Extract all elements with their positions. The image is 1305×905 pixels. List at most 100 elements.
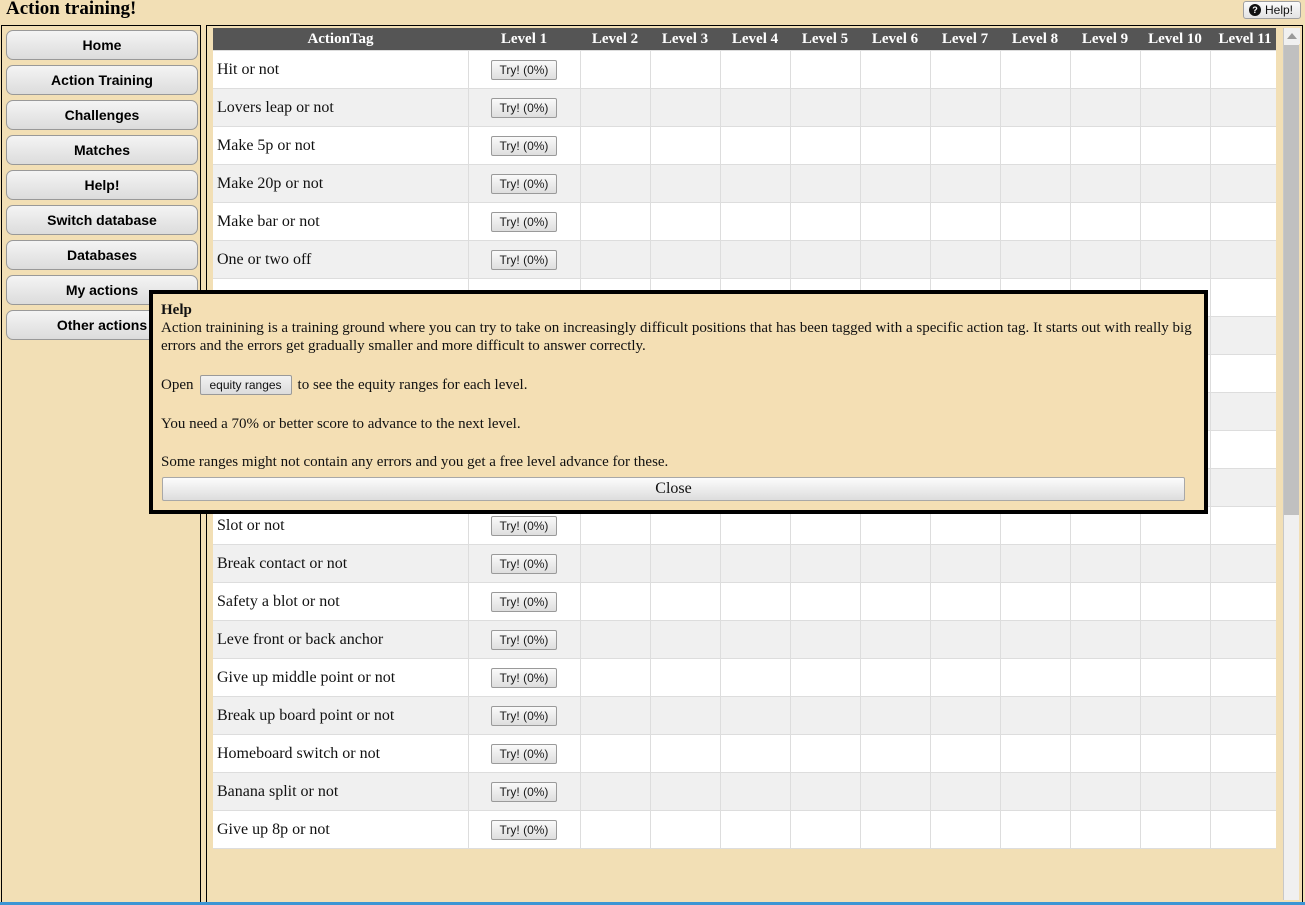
level-3-cell (649, 164, 721, 203)
close-button[interactable]: Close (162, 477, 1185, 501)
level-4-cell (719, 202, 791, 241)
column-header-level-5[interactable]: Level 5 (790, 28, 860, 51)
try-button[interactable]: Try! (0%) (490, 173, 558, 194)
column-header-level-3[interactable]: Level 3 (650, 28, 720, 51)
try-button[interactable]: Try! (0%) (490, 591, 558, 612)
level-9-cell (1069, 734, 1141, 773)
level-7-cell (929, 240, 1001, 279)
level-3-cell (649, 582, 721, 621)
equity-ranges-button[interactable]: equity ranges (199, 375, 292, 395)
column-header-level-11[interactable]: Level 11 (1210, 28, 1276, 51)
level-9-cell (1069, 240, 1141, 279)
level-5-cell (789, 126, 861, 165)
level-1-cell[interactable]: Try! (0%) (467, 810, 581, 849)
level-11-cell (1209, 164, 1276, 203)
try-button[interactable]: Try! (0%) (490, 135, 558, 156)
level-1-cell[interactable]: Try! (0%) (467, 696, 581, 735)
level-6-cell (859, 240, 931, 279)
column-header-level-7[interactable]: Level 7 (930, 28, 1000, 51)
level-5-cell (789, 164, 861, 203)
try-button[interactable]: Try! (0%) (490, 781, 558, 802)
level-7-cell (929, 88, 1001, 127)
level-3-cell (649, 544, 721, 583)
level-3-cell (649, 202, 721, 241)
column-header-level-2[interactable]: Level 2 (580, 28, 650, 51)
level-10-cell (1139, 620, 1211, 659)
table-row: Break contact or not Try! (0%) (213, 544, 1276, 583)
action-tag-cell: Hit or not (213, 50, 469, 89)
column-header-level-8[interactable]: Level 8 (1000, 28, 1070, 51)
sidebar-item-action-training[interactable]: Action Training (6, 65, 198, 95)
try-button[interactable]: Try! (0%) (490, 819, 558, 840)
column-header-level-10[interactable]: Level 10 (1140, 28, 1210, 51)
try-button[interactable]: Try! (0%) (490, 743, 558, 764)
level-3-cell (649, 240, 721, 279)
try-button[interactable]: Try! (0%) (490, 553, 558, 574)
level-2-cell (579, 620, 651, 659)
column-header-level-4[interactable]: Level 4 (720, 28, 790, 51)
level-1-cell[interactable]: Try! (0%) (467, 50, 581, 89)
level-1-cell[interactable]: Try! (0%) (467, 240, 581, 279)
table-row: Lovers leap or not Try! (0%) (213, 88, 1276, 127)
level-3-cell (649, 658, 721, 697)
level-1-cell[interactable]: Try! (0%) (467, 126, 581, 165)
level-11-cell (1209, 658, 1276, 697)
table-row: Make 5p or not Try! (0%) (213, 126, 1276, 165)
level-11-cell (1209, 696, 1276, 735)
level-9-cell (1069, 202, 1141, 241)
sidebar-item-challenges[interactable]: Challenges (6, 100, 198, 130)
try-button[interactable]: Try! (0%) (490, 211, 558, 232)
sidebar-item-help[interactable]: Help! (6, 170, 198, 200)
table-row: Safety a blot or not Try! (0%) (213, 582, 1276, 621)
sidebar-item-home[interactable]: Home (6, 30, 198, 60)
try-button[interactable]: Try! (0%) (490, 59, 558, 80)
action-table-header: ActionTag Level 1 Level 2 Level 3 Level … (213, 28, 1276, 51)
level-1-cell[interactable]: Try! (0%) (467, 772, 581, 811)
level-5-cell (789, 772, 861, 811)
action-tag-cell: Banana split or not (213, 772, 469, 811)
level-1-cell[interactable]: Try! (0%) (467, 582, 581, 621)
column-header-actiontag[interactable]: ActionTag (213, 28, 468, 51)
try-button[interactable]: Try! (0%) (490, 97, 558, 118)
scrollbar-thumb[interactable] (1284, 45, 1299, 515)
action-tag-cell: Give up 8p or not (213, 810, 469, 849)
level-1-cell[interactable]: Try! (0%) (467, 620, 581, 659)
column-header-level-9[interactable]: Level 9 (1070, 28, 1140, 51)
level-6-cell (859, 88, 931, 127)
help-dialog-paragraph-3: Some ranges might not contain any errors… (161, 454, 669, 470)
level-1-cell[interactable]: Try! (0%) (467, 88, 581, 127)
level-7-cell (929, 772, 1001, 811)
level-7-cell (929, 126, 1001, 165)
level-1-cell[interactable]: Try! (0%) (467, 202, 581, 241)
level-11-cell (1209, 354, 1276, 393)
column-header-level-6[interactable]: Level 6 (860, 28, 930, 51)
level-6-cell (859, 696, 931, 735)
try-button[interactable]: Try! (0%) (490, 515, 558, 536)
sidebar-item-matches[interactable]: Matches (6, 135, 198, 165)
level-8-cell (999, 88, 1071, 127)
level-4-cell (719, 658, 791, 697)
try-button[interactable]: Try! (0%) (490, 705, 558, 726)
level-7-cell (929, 810, 1001, 849)
table-row: Give up middle point or not Try! (0%) (213, 658, 1276, 697)
level-1-cell[interactable]: Try! (0%) (467, 164, 581, 203)
level-2-cell (579, 582, 651, 621)
level-1-cell[interactable]: Try! (0%) (467, 658, 581, 697)
level-4-cell (719, 734, 791, 773)
level-5-cell (789, 88, 861, 127)
try-button[interactable]: Try! (0%) (490, 667, 558, 688)
level-8-cell (999, 620, 1071, 659)
help-button[interactable]: ? Help! (1242, 1, 1301, 19)
try-button[interactable]: Try! (0%) (490, 629, 558, 650)
table-row: Break up board point or not Try! (0%) (213, 696, 1276, 735)
sidebar-item-databases[interactable]: Databases (6, 240, 198, 270)
level-1-cell[interactable]: Try! (0%) (467, 734, 581, 773)
column-header-level-1[interactable]: Level 1 (468, 28, 580, 51)
vertical-scrollbar[interactable] (1283, 28, 1300, 900)
scroll-up-arrow-icon[interactable] (1284, 28, 1300, 44)
try-button[interactable]: Try! (0%) (490, 249, 558, 270)
level-1-cell[interactable]: Try! (0%) (467, 544, 581, 583)
level-2-cell (579, 202, 651, 241)
level-11-cell (1209, 240, 1276, 279)
sidebar-item-switch-database[interactable]: Switch database (6, 205, 198, 235)
